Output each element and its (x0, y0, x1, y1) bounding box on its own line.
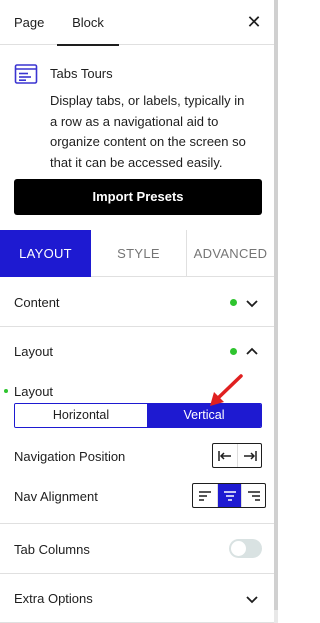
tabs-block-icon (14, 64, 38, 84)
extra-options-label: Extra Options (14, 591, 93, 606)
status-dot (230, 299, 237, 306)
layout-horizontal-button[interactable]: Horizontal (15, 404, 147, 427)
chevron-up-icon (246, 347, 258, 355)
align-left-arrow-icon (218, 450, 231, 461)
tab-columns-toggle[interactable] (229, 539, 262, 558)
red-arrow-annotation (210, 374, 243, 406)
layout-section-label: Layout (14, 344, 54, 359)
top-tabs: Page Block ✕ (0, 0, 274, 46)
modified-indicator-dot (4, 389, 8, 393)
tab-block-label: Block (72, 15, 104, 30)
text-align-center-icon (223, 490, 236, 501)
tab-block[interactable]: Block (57, 0, 119, 46)
divider (0, 523, 274, 524)
block-title: Tabs Tours (50, 66, 113, 81)
tab-columns-label: Tab Columns (14, 542, 90, 557)
nav-position-right-button[interactable] (237, 444, 261, 467)
align-left-button[interactable] (193, 484, 217, 507)
tab-page[interactable]: Page (14, 0, 44, 45)
chevron-down-icon (246, 300, 258, 308)
nav-position-left-button[interactable] (213, 444, 237, 467)
active-tab-indicator (57, 44, 119, 46)
align-right-button[interactable] (241, 484, 265, 507)
toggle-knob (231, 541, 246, 556)
layout-field-label: Layout (14, 384, 54, 399)
import-presets-button[interactable]: Import Presets (14, 179, 262, 215)
navigation-position-label: Navigation Position (14, 449, 126, 464)
align-center-button[interactable] (217, 484, 241, 507)
nav-alignment-label: Nav Alignment (14, 489, 98, 504)
text-align-right-icon (247, 490, 260, 501)
scrollbar[interactable] (274, 0, 278, 623)
navigation-position-group (212, 443, 262, 468)
tab-layout[interactable]: LAYOUT (0, 230, 91, 277)
tab-style[interactable]: STYLE (91, 230, 186, 277)
status-dot (230, 348, 237, 355)
content-section-header[interactable]: Content (0, 278, 274, 327)
chevron-down-icon (246, 596, 258, 604)
block-description: Display tabs, or labels, typically in a … (50, 93, 246, 170)
align-right-arrow-icon (243, 450, 257, 461)
tab-advanced[interactable]: ADVANCED (186, 230, 274, 277)
block-settings-panel: Page Block ✕ Tabs Tours Display tabs, or… (0, 0, 274, 623)
settings-tabs: LAYOUT STYLE ADVANCED (0, 230, 274, 277)
layout-section-header[interactable]: Layout (0, 327, 274, 376)
extra-options-section-header[interactable]: Extra Options (0, 574, 274, 623)
text-align-left-icon (199, 490, 211, 501)
nav-alignment-group (192, 483, 266, 508)
close-icon[interactable]: ✕ (244, 12, 264, 32)
content-section-label: Content (14, 295, 60, 310)
scrollbar-thumb[interactable] (274, 0, 278, 610)
